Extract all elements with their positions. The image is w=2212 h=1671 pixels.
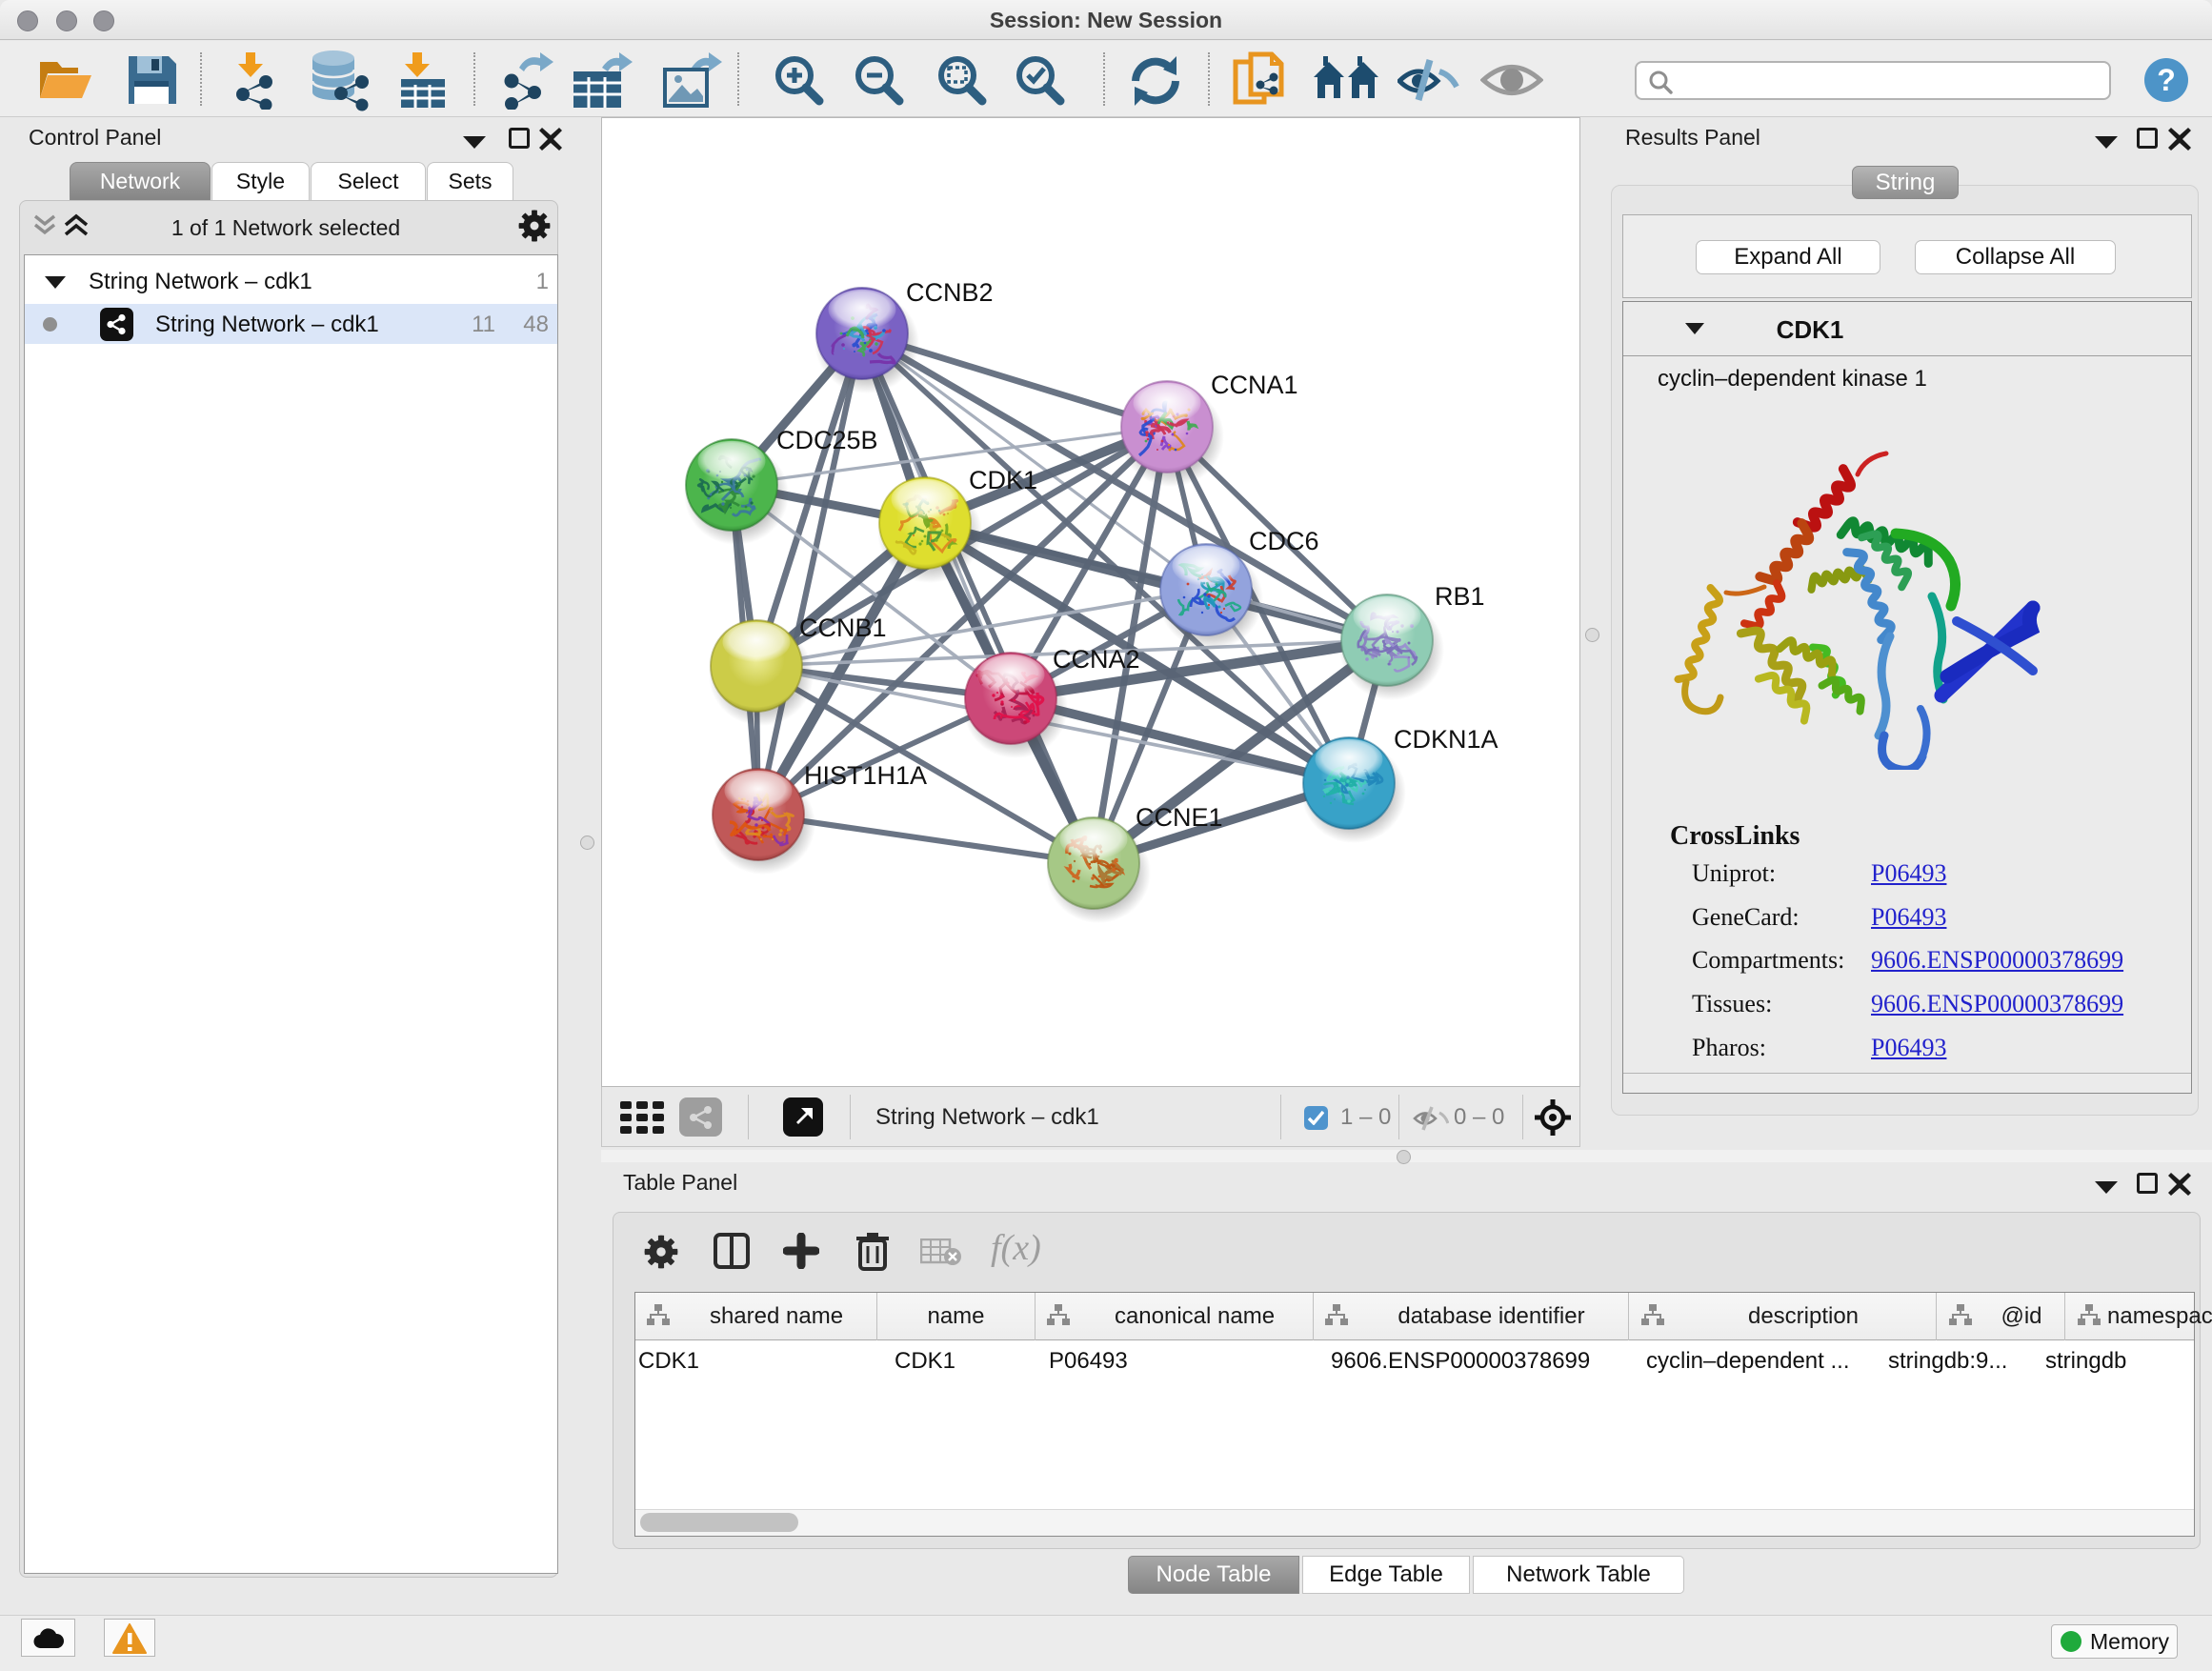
svg-text:CCNA1: CCNA1 [1211,371,1298,399]
svg-text:CDK1: CDK1 [969,466,1037,494]
svg-text:CDC25B: CDC25B [776,426,878,454]
svg-text:RB1: RB1 [1435,582,1485,611]
svg-text:CDKN1A: CDKN1A [1394,725,1498,754]
svg-text:CCNE1: CCNE1 [1136,803,1223,832]
svg-text:CCNB1: CCNB1 [799,614,887,642]
svg-text:CDC6: CDC6 [1249,527,1319,555]
svg-text:CCNB2: CCNB2 [906,278,994,307]
svg-text:HIST1H1A: HIST1H1A [804,761,927,790]
svg-text:CCNA2: CCNA2 [1053,645,1140,674]
